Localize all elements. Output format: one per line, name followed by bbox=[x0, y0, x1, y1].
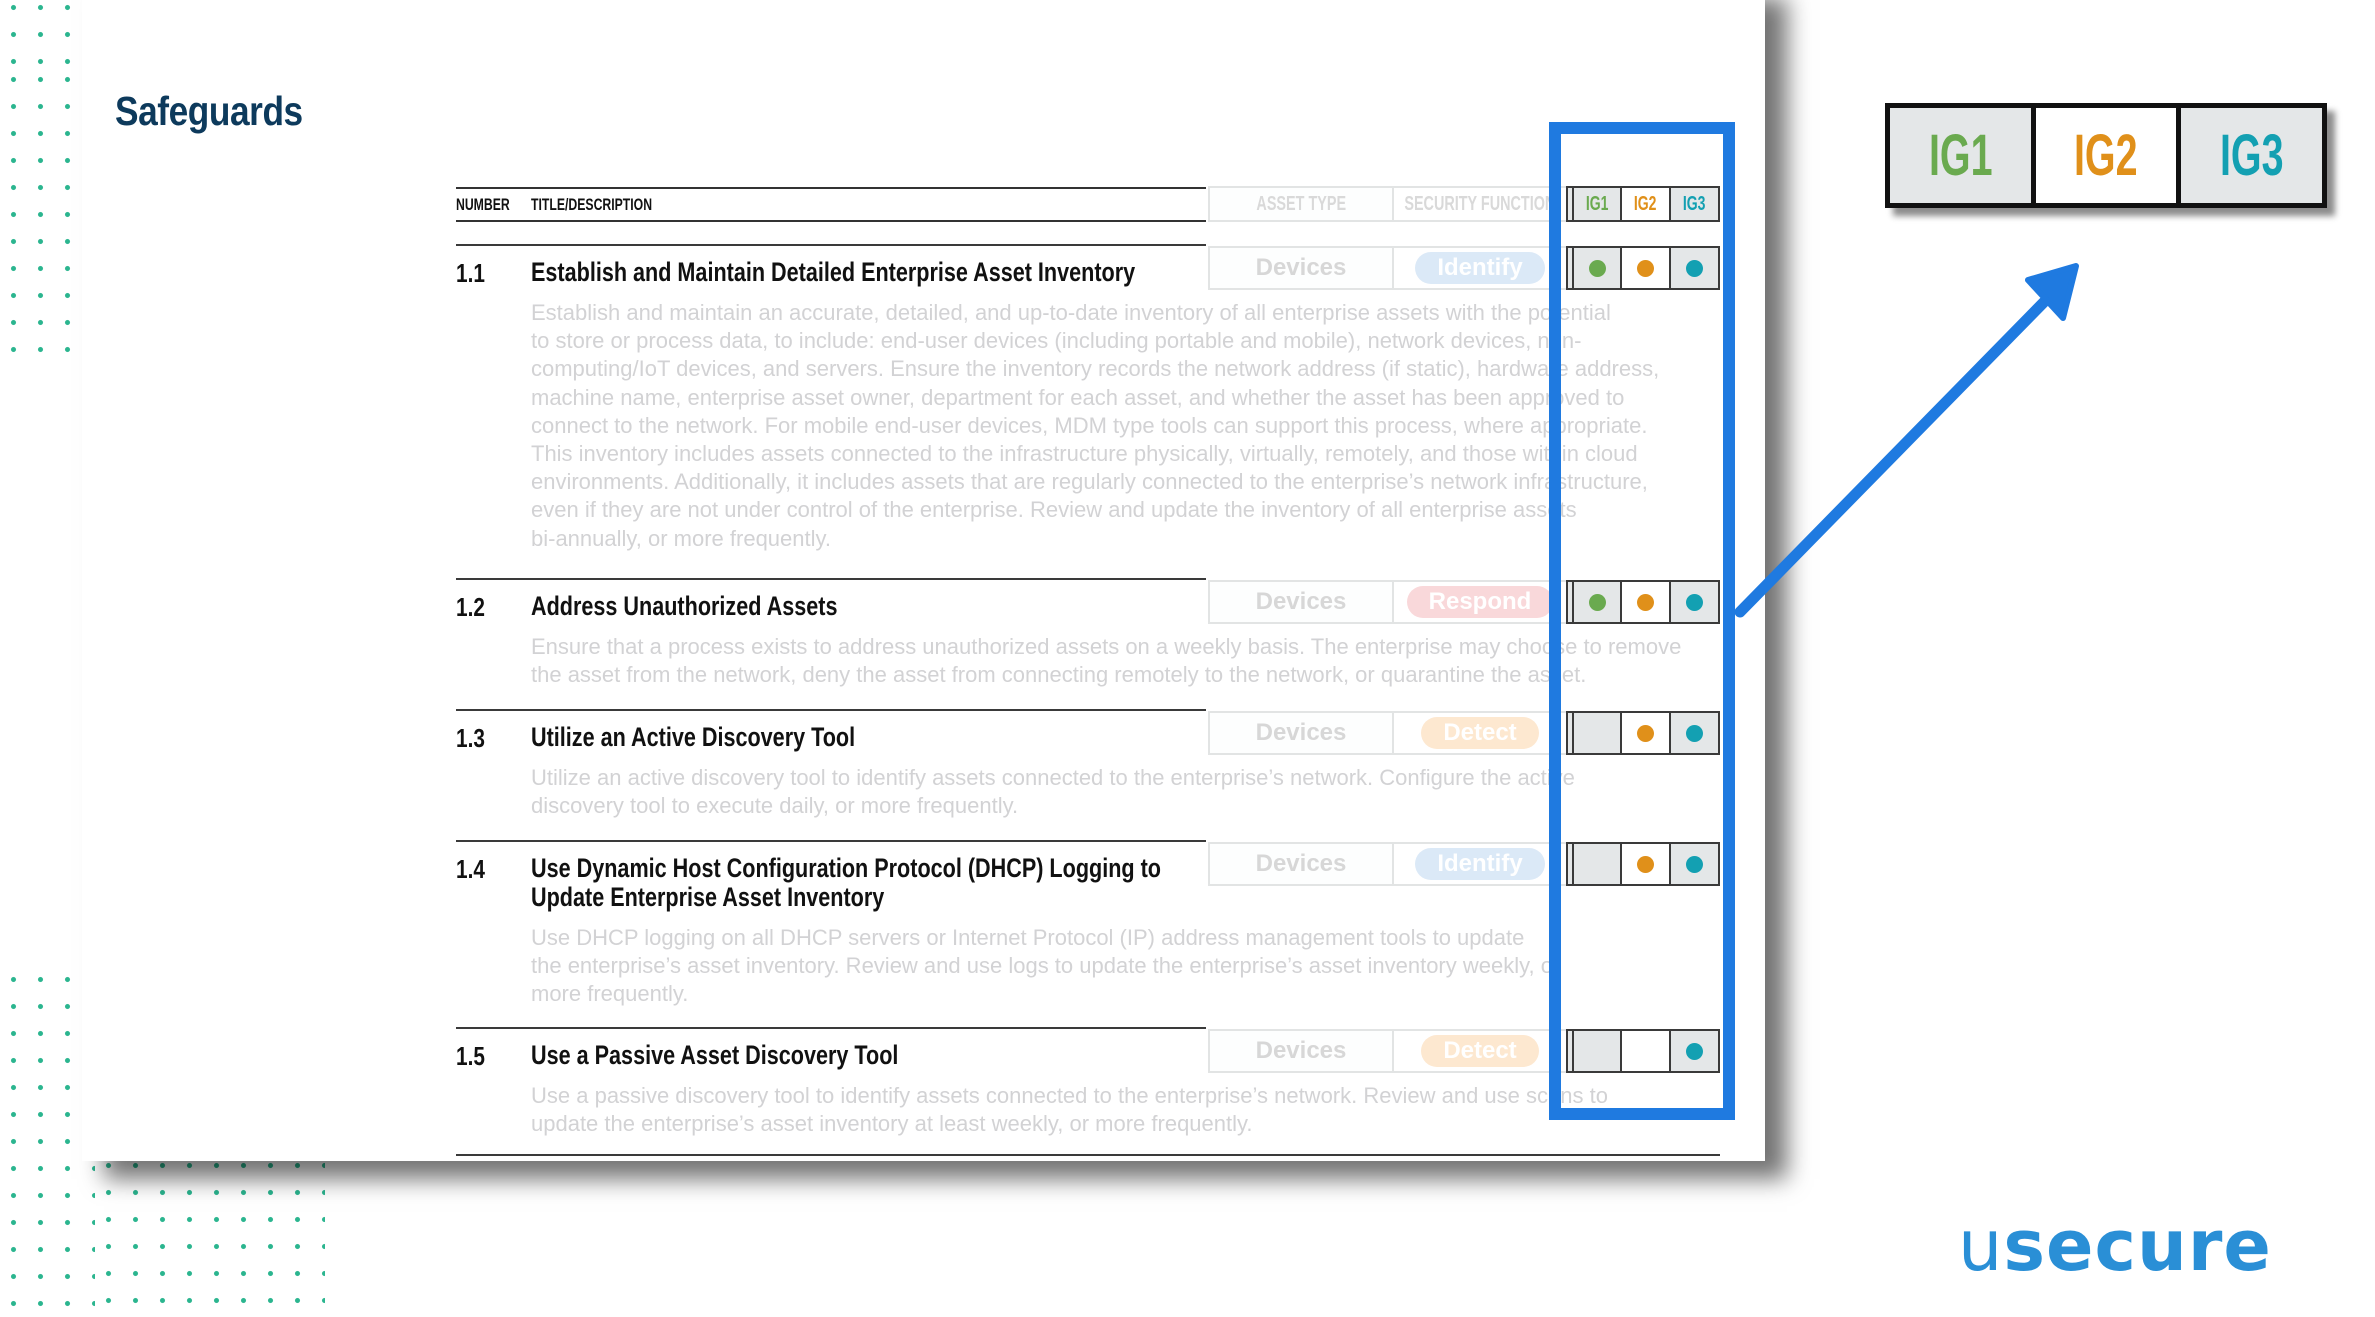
callout-ig3: IG3 bbox=[2181, 103, 2328, 208]
arrow-shaft bbox=[1734, 294, 2052, 618]
callout-ig2: IG2 bbox=[2035, 103, 2182, 208]
callout-ig1-label: IG1 bbox=[1928, 123, 1993, 188]
usecure-logo: usecure bbox=[1958, 1205, 2272, 1287]
callout-ig2-label: IG2 bbox=[2074, 123, 2138, 188]
logo-light-part: u bbox=[1958, 1205, 2004, 1287]
callout-ig1: IG1 bbox=[1885, 103, 2036, 208]
callout-ig3-label: IG3 bbox=[2219, 123, 2284, 188]
logo-bold-part: secure bbox=[2003, 1205, 2272, 1287]
ig-callout: IG1 IG2 IG3 bbox=[1885, 103, 2328, 208]
